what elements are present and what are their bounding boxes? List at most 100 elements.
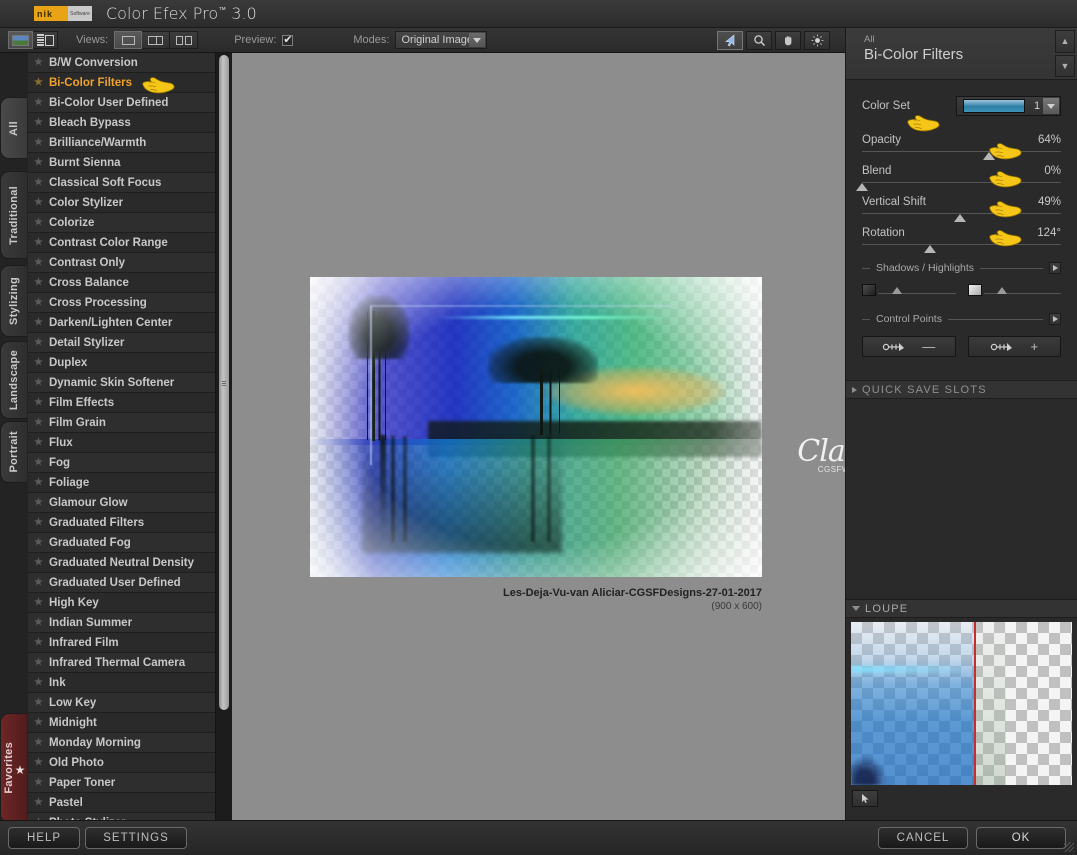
filter-list-item[interactable]: ★Photo Stylizer: [28, 813, 215, 820]
slider-opacity[interactable]: Opacity 64%: [862, 129, 1061, 160]
view-side-by-side-icon[interactable]: [170, 31, 199, 49]
favorite-star-icon[interactable]: ★: [34, 377, 43, 388]
favorite-star-icon[interactable]: ★: [34, 557, 43, 568]
sidebar-tab-all[interactable]: All: [0, 97, 27, 159]
favorite-star-icon[interactable]: ★: [34, 257, 43, 268]
filter-list-item[interactable]: ★ Paper Toner: [28, 773, 215, 793]
preview-checkbox[interactable]: [282, 33, 294, 47]
favorite-star-icon[interactable]: ★: [34, 657, 43, 668]
favorite-star-icon[interactable]: ★: [34, 337, 43, 348]
control-points-expand-icon[interactable]: [1049, 313, 1061, 325]
filter-list-item[interactable]: ★ Old Photo: [28, 753, 215, 773]
favorite-star-icon[interactable]: ★: [34, 477, 43, 488]
favorite-star-icon[interactable]: ★: [34, 597, 43, 608]
loupe-pin-icon[interactable]: [852, 790, 878, 807]
sidebar-tab-portrait[interactable]: Portrait: [0, 421, 27, 483]
filter-list-item[interactable]: ★ Ink: [28, 673, 215, 693]
slider-handle[interactable]: [983, 152, 996, 160]
slider-blend[interactable]: Blend 0%: [856, 160, 1061, 191]
favorite-star-icon[interactable]: ★: [34, 777, 43, 788]
filter-list-item[interactable]: ★ Classical Soft Focus: [28, 173, 215, 193]
slider-track[interactable]: [856, 182, 1061, 191]
chevron-down-icon[interactable]: [469, 33, 486, 47]
slider-track[interactable]: [862, 213, 1061, 222]
favorite-star-icon[interactable]: ★: [34, 117, 43, 128]
favorite-star-icon[interactable]: ★: [34, 617, 43, 628]
favorite-star-icon[interactable]: ★: [34, 437, 43, 448]
sidebar-tab-stylizing[interactable]: Stylizing: [0, 265, 27, 337]
favorite-star-icon[interactable]: ★: [34, 457, 43, 468]
favorite-star-icon[interactable]: ★: [34, 417, 43, 428]
list-view-icon[interactable]: [33, 31, 58, 49]
filter-list-item[interactable]: ★ High Key: [28, 593, 215, 613]
filter-list-item[interactable]: ★ Infrared Film: [28, 633, 215, 653]
favorite-star-icon[interactable]: ★: [34, 217, 43, 228]
favorite-star-icon[interactable]: ★: [34, 517, 43, 528]
filter-list-item[interactable]: ★ Foliage: [28, 473, 215, 493]
favorite-star-icon[interactable]: ★: [34, 297, 43, 308]
favorite-star-icon[interactable]: ★: [34, 497, 43, 508]
filter-list-item[interactable]: ★ Duplex: [28, 353, 215, 373]
favorite-star-icon[interactable]: ★: [34, 137, 43, 148]
resize-grip[interactable]: [1064, 842, 1074, 852]
favorite-star-icon[interactable]: ★: [34, 77, 43, 88]
shadows-highlights-expand-icon[interactable]: [1049, 262, 1061, 274]
highlights-slider[interactable]: [967, 284, 1061, 296]
filter-list-item[interactable]: ★ Midnight: [28, 713, 215, 733]
favorite-star-icon[interactable]: ★: [34, 637, 43, 648]
filter-list-item[interactable]: ★ Detail Stylizer: [28, 333, 215, 353]
add-control-point-button[interactable]: +: [967, 336, 1061, 357]
view-split-icon[interactable]: [142, 31, 171, 49]
next-filter-icon[interactable]: ▼: [1055, 54, 1075, 77]
favorite-star-icon[interactable]: ★: [34, 157, 43, 168]
brightness-tool-icon[interactable]: [804, 30, 830, 50]
ok-button[interactable]: OK: [976, 827, 1066, 849]
favorite-star-icon[interactable]: ★: [34, 577, 43, 588]
favorite-star-icon[interactable]: ★: [34, 177, 43, 188]
quick-save-slots-section[interactable]: QUICK SAVE SLOTS: [846, 380, 1077, 399]
filter-list-item[interactable]: ★ Cross Balance: [28, 273, 215, 293]
favorite-star-icon[interactable]: ★: [34, 677, 43, 688]
filter-list-item[interactable]: ★ Low Key: [28, 693, 215, 713]
filter-list-item[interactable]: ★ Pastel: [28, 793, 215, 813]
view-single-icon[interactable]: [114, 31, 143, 49]
filter-list-item[interactable]: ★ Contrast Color Range: [28, 233, 215, 253]
filter-list-item[interactable]: ★ Color Stylizer: [28, 193, 215, 213]
cancel-button[interactable]: CANCEL: [878, 827, 968, 849]
filter-list[interactable]: ★ B/W Conversion ★ Bi-Color Filters ★ Bi-Colo…: [28, 53, 215, 820]
zoom-tool-icon[interactable]: [746, 30, 772, 50]
color-set-select[interactable]: 1: [956, 96, 1061, 116]
filter-list-item[interactable]: ★ Monday Morning: [28, 733, 215, 753]
favorite-star-icon[interactable]: ★: [34, 237, 43, 248]
filter-list-item[interactable]: ★ Graduated Fog: [28, 533, 215, 553]
favorite-star-icon[interactable]: ★: [34, 357, 43, 368]
sidebar-tab-traditional[interactable]: Traditional: [0, 171, 27, 259]
filter-list-item[interactable]: ★ Graduated Filters: [28, 513, 215, 533]
shadows-slider[interactable]: [862, 284, 956, 296]
filter-list-item[interactable]: ★ Fog: [28, 453, 215, 473]
slider-handle[interactable]: [923, 245, 936, 253]
loupe-section-header[interactable]: LOUPE: [846, 599, 1077, 618]
favorite-star-icon[interactable]: ★: [34, 317, 43, 328]
filter-list-item[interactable]: ★ Flux: [28, 433, 215, 453]
image-view-icon[interactable]: [8, 31, 33, 49]
pointer-tool-icon[interactable]: [717, 30, 743, 50]
settings-button[interactable]: SETTINGS: [85, 827, 187, 849]
previous-filter-icon[interactable]: ▲: [1055, 30, 1075, 53]
chevron-down-icon[interactable]: [1043, 98, 1059, 114]
modes-select[interactable]: Original Image: [395, 31, 488, 49]
slider-rotation[interactable]: Rotation 124°: [862, 222, 1061, 253]
filter-list-item[interactable]: ★ Glamour Glow: [28, 493, 215, 513]
favorite-star-icon[interactable]: ★: [34, 697, 43, 708]
filter-list-item[interactable]: ★ Bi-Color Filters: [28, 73, 215, 93]
filter-list-item[interactable]: ★ Film Effects: [28, 393, 215, 413]
help-button[interactable]: HELP: [8, 827, 80, 849]
slider-track[interactable]: [862, 244, 1061, 253]
favorite-star-icon[interactable]: ★: [34, 197, 43, 208]
favorite-star-icon[interactable]: ★: [34, 757, 43, 768]
slider-track[interactable]: [862, 151, 1061, 160]
filter-list-item[interactable]: ★ Cross Processing: [28, 293, 215, 313]
filter-list-item[interactable]: ★ Darken/Lighten Center: [28, 313, 215, 333]
slider-handle[interactable]: [953, 214, 966, 222]
scrollbar-thumb[interactable]: [219, 55, 229, 710]
